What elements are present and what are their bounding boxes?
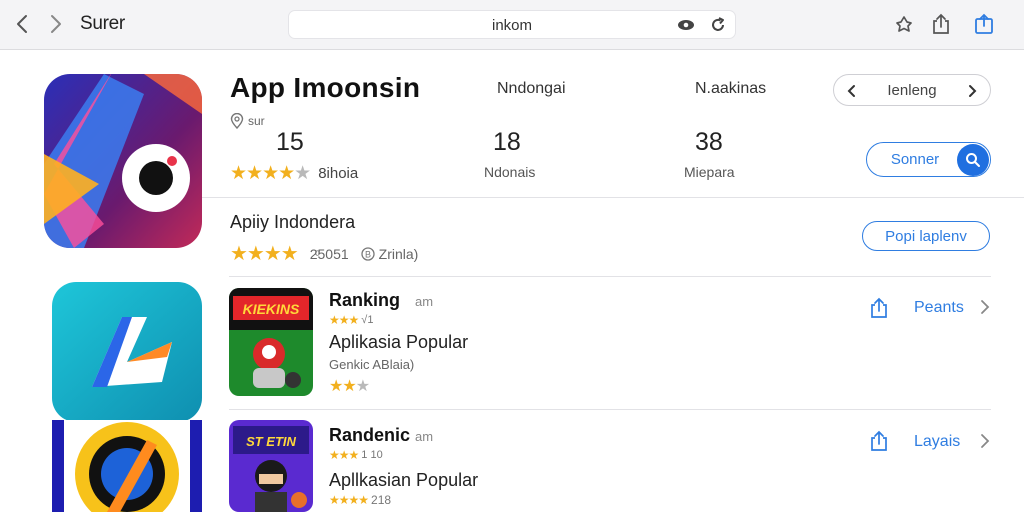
share-icon: [871, 430, 887, 451]
mini-rating-text-1: √1: [361, 314, 374, 326]
row-chevron-1[interactable]: [978, 297, 992, 317]
header-divider: [202, 197, 1024, 198]
featured-app-icon[interactable]: [44, 74, 202, 248]
row-chevron-2[interactable]: [978, 431, 992, 451]
section-count: 2ͦ5051: [309, 245, 349, 262]
row-stars-text-2: 218: [371, 493, 392, 507]
secondary-app-icon[interactable]: [52, 282, 202, 422]
bookmark-icon[interactable]: [892, 12, 916, 36]
row-stars-1: ★★★: [329, 376, 370, 396]
section-meta-group: B Zrinla): [361, 245, 419, 262]
popular-filter-button[interactable]: Popi laplenv: [862, 221, 990, 251]
row-thumbnail-2[interactable]: ST ETIN: [229, 420, 313, 512]
back-button[interactable]: [10, 11, 34, 37]
location-row: ѕur: [230, 113, 265, 129]
thumbnail-title-1: KIEKINS: [243, 301, 300, 317]
chevron-right-icon: [969, 85, 977, 97]
stat-value-3: 38: [695, 128, 723, 156]
chevron-right-icon: [981, 300, 990, 314]
row-thumbnail-1[interactable]: KIEKINS: [229, 288, 313, 396]
row-subtitle-1: Genkic ABlaia): [329, 357, 415, 372]
section-meta: ★★★★ 2ͦ5051 B Zrinla): [230, 241, 418, 266]
row-mini-rating-2: ★★★ 1 10: [329, 448, 383, 462]
stat-label-2: Ndonais: [484, 164, 536, 180]
svg-text:B: B: [365, 249, 371, 259]
row-category-1: Aplikasia Popular: [329, 332, 469, 352]
row-tag-2: am: [415, 429, 434, 444]
search-icon[interactable]: [957, 144, 989, 176]
row-action-2[interactable]: Layais: [914, 433, 960, 451]
section-title: Apiiy Indondera: [230, 212, 356, 232]
search-button-label: Sonner: [890, 151, 940, 168]
share-icon: [871, 297, 887, 318]
section-divider: [229, 276, 991, 277]
tabs-icon[interactable]: [972, 12, 996, 36]
row-title-1[interactable]: Ranking: [329, 290, 400, 311]
row-title-2[interactable]: Randenic: [329, 425, 410, 446]
row-star-rating-2: ★★★★: [329, 493, 369, 507]
star-rating: ★★★★★: [230, 163, 311, 184]
row-action-1[interactable]: Peants: [914, 299, 964, 317]
mini-stars-2: ★★★: [329, 448, 359, 462]
row-tag-1: am: [415, 294, 434, 309]
section-meta-text: Zrinla): [378, 245, 419, 262]
pager-label: Ienleng: [887, 82, 937, 99]
address-bar[interactable]: inkom: [288, 10, 736, 39]
stat-label-3: Miepara: [684, 164, 735, 180]
thumbnail-title-2: ST ETIN: [246, 434, 296, 449]
eye-icon[interactable]: [677, 16, 695, 34]
page-title: App Imoonsin: [230, 72, 421, 103]
pager-prev-button[interactable]: [842, 81, 862, 101]
chevron-right-icon: [51, 15, 61, 33]
column-header-1: Nndongai: [497, 80, 566, 97]
browser-toolbar: Surer inkom: [0, 0, 1024, 50]
forward-button[interactable]: [44, 11, 68, 37]
row-divider: [229, 409, 991, 410]
mini-rating-text-2: 1 10: [361, 449, 383, 461]
chevron-left-icon: [17, 15, 27, 33]
search-button[interactable]: Sonner: [866, 142, 991, 177]
row-star-rating-1: ★★★: [329, 378, 370, 395]
row-share-button-2[interactable]: [868, 430, 890, 452]
location-text: ѕur: [248, 114, 265, 128]
pager-next-button[interactable]: [962, 81, 982, 101]
stat-value-2: 18: [493, 128, 521, 156]
row-mini-rating-1: ★★★ √1: [329, 313, 373, 327]
mini-stars-1: ★★★: [329, 313, 359, 327]
stat-value-1: 15: [276, 128, 304, 156]
pager: Ienleng: [833, 74, 991, 106]
column-header-2: N.aakinas: [695, 80, 767, 97]
chevron-right-icon: [981, 434, 990, 448]
section-star-rating: ★★★★: [230, 243, 299, 265]
rating-text: 8ihoia: [318, 165, 359, 182]
row-category-2: Apllkasian Popular: [329, 470, 479, 490]
rating-row: ★★★★★ 8ihoia: [230, 162, 358, 185]
reload-icon[interactable]: [709, 16, 727, 34]
location-pin-icon: [230, 113, 244, 129]
row-stars-2: ★★★★ 218: [329, 493, 391, 507]
app-name: Surer: [80, 13, 125, 34]
chevron-left-icon: [847, 85, 855, 97]
info-circle-icon: B: [361, 246, 375, 261]
third-app-icon[interactable]: [52, 420, 202, 512]
url-text[interactable]: inkom: [289, 17, 735, 34]
share-icon[interactable]: [929, 12, 953, 36]
row-share-button-1[interactable]: [868, 297, 890, 319]
